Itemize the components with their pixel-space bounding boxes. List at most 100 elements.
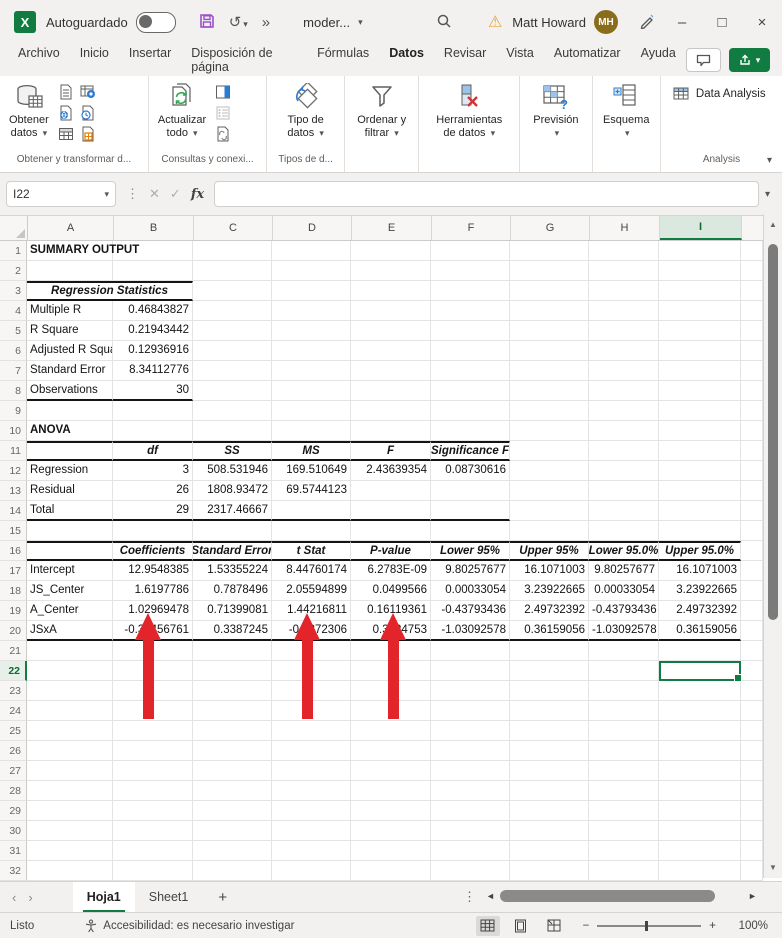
cell-I1[interactable] xyxy=(659,241,741,261)
row-header-11[interactable]: 11 xyxy=(0,441,27,461)
cell-I9[interactable] xyxy=(659,401,741,421)
cell-I20[interactable]: 0.36159056 xyxy=(659,621,741,641)
cell-A9[interactable] xyxy=(27,401,113,421)
cell-E26[interactable] xyxy=(351,741,431,761)
cell-E4[interactable] xyxy=(351,301,431,321)
properties-icon[interactable] xyxy=(215,84,231,100)
row-header-21[interactable]: 21 xyxy=(0,641,27,661)
tab-fórmulas[interactable]: Fórmulas xyxy=(307,41,379,79)
cell-H28[interactable] xyxy=(589,781,659,801)
cell-G25[interactable] xyxy=(510,721,589,741)
cell-A6[interactable]: Adjusted R Square xyxy=(27,341,113,361)
cell-D11[interactable]: MS xyxy=(272,441,351,461)
vertical-scroll-thumb[interactable] xyxy=(768,244,778,620)
cell-H30[interactable] xyxy=(589,821,659,841)
normal-view-button[interactable] xyxy=(476,916,500,936)
cell-J28[interactable] xyxy=(741,781,763,801)
cell-G16[interactable]: Upper 95% xyxy=(510,541,589,561)
column-header-C[interactable]: C xyxy=(194,216,273,240)
tab-vista[interactable]: Vista xyxy=(496,41,544,79)
row-header-15[interactable]: 15 xyxy=(0,521,27,541)
row-header-8[interactable]: 8 xyxy=(0,381,27,401)
cell-G11[interactable] xyxy=(510,441,589,461)
cell-D6[interactable] xyxy=(272,341,351,361)
cell-C21[interactable] xyxy=(193,641,272,661)
column-header-F[interactable]: F xyxy=(432,216,511,240)
cell-B16[interactable]: Coefficients xyxy=(113,541,193,561)
cell-A10[interactable]: ANOVA xyxy=(27,421,113,441)
row-header-29[interactable]: 29 xyxy=(0,801,27,821)
tab-inicio[interactable]: Inicio xyxy=(70,41,119,79)
cell-C16[interactable]: Standard Error xyxy=(193,541,272,561)
column-header-G[interactable]: G xyxy=(511,216,590,240)
cell-A8[interactable]: Observations xyxy=(27,381,113,401)
expand-formula-bar-icon[interactable]: ▾ xyxy=(759,189,776,200)
cell-C29[interactable] xyxy=(193,801,272,821)
page-layout-view-button[interactable] xyxy=(509,916,533,936)
cell-F18[interactable]: 0.00033054 xyxy=(431,581,510,601)
cell-B4[interactable]: 0.46843827 xyxy=(113,301,193,321)
cell-J1[interactable] xyxy=(741,241,763,261)
cell-C11[interactable]: SS xyxy=(193,441,272,461)
cell-C4[interactable] xyxy=(193,301,272,321)
cell-B6[interactable]: 0.12936916 xyxy=(113,341,193,361)
row-header-31[interactable]: 31 xyxy=(0,841,27,861)
cell-G7[interactable] xyxy=(510,361,589,381)
select-all-corner[interactable] xyxy=(0,216,28,240)
cell-F14[interactable] xyxy=(431,501,510,521)
cell-H15[interactable] xyxy=(589,521,659,541)
cell-B29[interactable] xyxy=(113,801,193,821)
warning-icon[interactable]: ⚠ xyxy=(488,12,502,32)
page-break-view-button[interactable] xyxy=(542,916,566,936)
column-header-B[interactable]: B xyxy=(114,216,194,240)
cell-D1[interactable] xyxy=(272,241,351,261)
hscroll-right-icon[interactable]: ► xyxy=(748,891,757,901)
row-header-1[interactable]: 1 xyxy=(0,241,27,261)
cell-G24[interactable] xyxy=(510,701,589,721)
cell-H14[interactable] xyxy=(589,501,659,521)
cell-B32[interactable] xyxy=(113,861,193,881)
cell-C13[interactable]: 1808.93472 xyxy=(193,481,272,501)
cell-E32[interactable] xyxy=(351,861,431,881)
zoom-slider-handle[interactable] xyxy=(645,921,648,931)
cell-H24[interactable] xyxy=(589,701,659,721)
cell-A24[interactable] xyxy=(27,701,113,721)
cell-F13[interactable] xyxy=(431,481,510,501)
row-header-18[interactable]: 18 xyxy=(0,581,27,601)
cell-H8[interactable] xyxy=(589,381,659,401)
cell-F17[interactable]: 9.80257677 xyxy=(431,561,510,581)
cell-J30[interactable] xyxy=(741,821,763,841)
row-header-19[interactable]: 19 xyxy=(0,601,27,621)
cell-A20[interactable]: JSxA xyxy=(27,621,113,641)
cell-I31[interactable] xyxy=(659,841,741,861)
cell-I24[interactable] xyxy=(659,701,741,721)
accessibility-status[interactable]: Accesibilidad: es necesario investigar xyxy=(48,919,294,933)
cell-J5[interactable] xyxy=(741,321,763,341)
cell-J4[interactable] xyxy=(741,301,763,321)
cell-C32[interactable] xyxy=(193,861,272,881)
cell-A22[interactable] xyxy=(27,661,113,681)
cell-E1[interactable] xyxy=(351,241,431,261)
cell-D29[interactable] xyxy=(272,801,351,821)
cell-H22[interactable] xyxy=(589,661,659,681)
cell-C10[interactable] xyxy=(193,421,272,441)
cell-G31[interactable] xyxy=(510,841,589,861)
cell-B9[interactable] xyxy=(113,401,193,421)
cell-C15[interactable] xyxy=(193,521,272,541)
cell-H21[interactable] xyxy=(589,641,659,661)
cell-J25[interactable] xyxy=(741,721,763,741)
cell-E3[interactable] xyxy=(351,281,431,301)
cell-G1[interactable] xyxy=(510,241,589,261)
cell-G2[interactable] xyxy=(510,261,589,281)
cell-D5[interactable] xyxy=(272,321,351,341)
cell-D13[interactable]: 69.5744123 xyxy=(272,481,351,501)
cell-E13[interactable] xyxy=(351,481,431,501)
row-header-7[interactable]: 7 xyxy=(0,361,27,381)
cell-I8[interactable] xyxy=(659,381,741,401)
cell-E8[interactable] xyxy=(351,381,431,401)
column-header-D[interactable]: D xyxy=(273,216,352,240)
refresh-all-button[interactable]: Actualizar todo ▾ xyxy=(153,80,211,143)
cell-F25[interactable] xyxy=(431,721,510,741)
cell-E18[interactable]: 0.0499566 xyxy=(351,581,431,601)
scroll-down-icon[interactable]: ▼ xyxy=(764,863,782,872)
